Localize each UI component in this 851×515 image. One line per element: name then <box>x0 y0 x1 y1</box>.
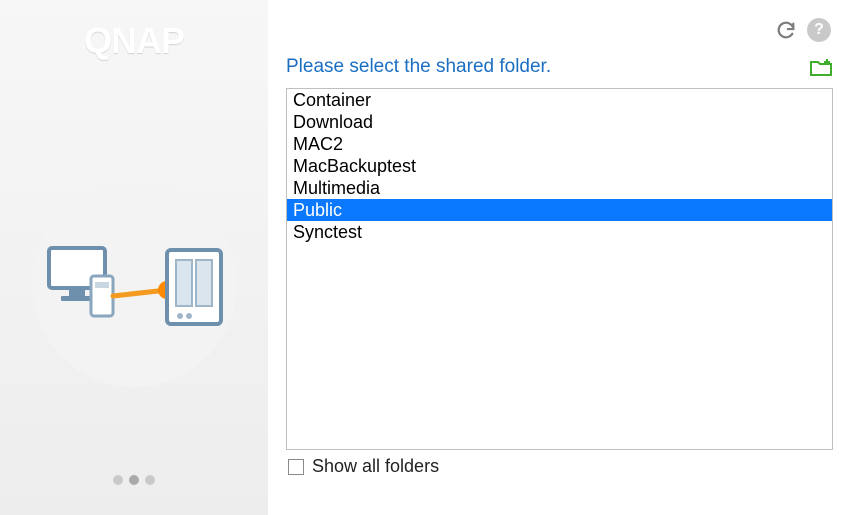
main-content: ? Please select the shared folder. Conta… <box>268 0 851 515</box>
folder-item[interactable]: Download <box>287 111 832 133</box>
sync-illustration <box>32 182 237 387</box>
show-all-folders-checkbox[interactable] <box>288 459 304 475</box>
step-dot-3[interactable] <box>145 475 155 485</box>
refresh-icon[interactable] <box>775 19 797 41</box>
folder-item[interactable]: MacBackuptest <box>287 155 832 177</box>
help-icon[interactable]: ? <box>807 18 831 42</box>
step-dot-1[interactable] <box>113 475 123 485</box>
folder-item[interactable]: Public <box>287 199 832 221</box>
folder-item[interactable]: Synctest <box>287 221 832 243</box>
wizard-step-indicator <box>113 475 155 485</box>
step-dot-2[interactable] <box>129 475 139 485</box>
shared-folder-list[interactable]: ContainerDownloadMAC2MacBackuptestMultim… <box>286 88 833 450</box>
folder-item[interactable]: MAC2 <box>287 133 832 155</box>
new-folder-icon[interactable] <box>809 56 833 78</box>
show-all-folders-label: Show all folders <box>312 456 439 477</box>
pc-to-nas-icon <box>39 230 229 340</box>
instruction-text: Please select the shared folder. <box>286 56 551 78</box>
folder-item[interactable]: Multimedia <box>287 177 832 199</box>
brand-logo: QNAP <box>84 20 184 62</box>
left-sidebar: QNAP <box>0 0 268 515</box>
folder-item[interactable]: Container <box>287 89 832 111</box>
